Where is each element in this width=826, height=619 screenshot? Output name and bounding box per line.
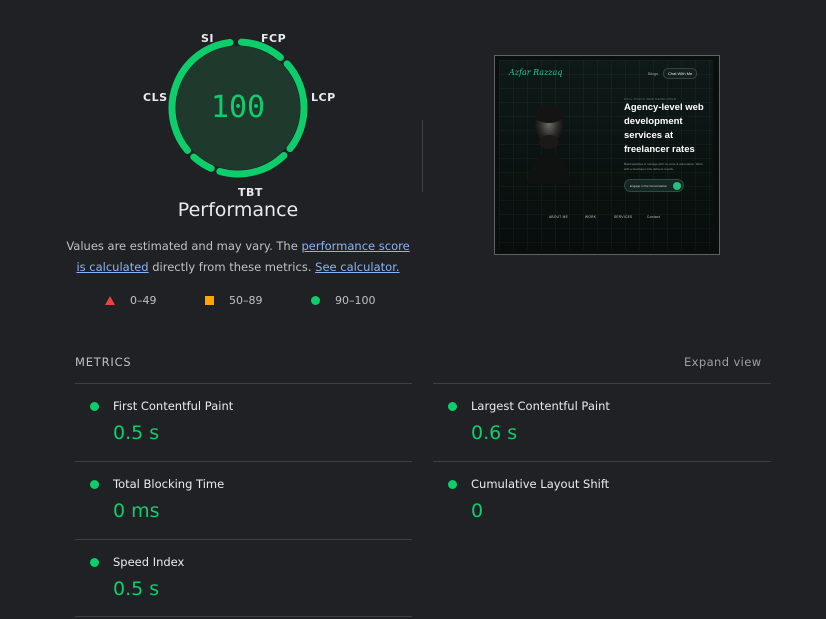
metric-fcp: First Contentful Paint 0.5 s [75, 384, 411, 462]
legend-fail-label: 0–49 [130, 294, 157, 307]
screenshot-subtext: Build websites & manage with no-code & a… [624, 162, 703, 171]
screenshot-cta-label: Engage in the Conversation [630, 184, 668, 188]
gauge-label-fcp[interactable]: FCP [261, 32, 286, 45]
metric-cls-value: 0 [471, 500, 484, 522]
metric-si-value: 0.5 s [113, 578, 160, 600]
performance-title: Performance [177, 199, 299, 221]
gauge-label-tbt[interactable]: TBT [238, 186, 263, 199]
screenshot-cta: Engage in the Conversation [624, 179, 684, 192]
whatsapp-icon [673, 182, 681, 190]
pass-circle-icon [90, 558, 99, 567]
metric-tbt: Total Blocking Time 0 ms [75, 462, 411, 540]
screenshot-headline: Agency-level web development services at… [624, 102, 704, 155]
description-text-2: directly from these metrics. [148, 260, 316, 274]
final-screenshot-thumbnail[interactable]: Azfar Razzaq Blogs Chat With Me FULL-STA… [494, 55, 720, 255]
legend-average: 50–89 [205, 294, 263, 307]
legend-pass-label: 90–100 [335, 294, 376, 307]
screenshot-content: Azfar Razzaq Blogs Chat With Me FULL-STA… [499, 60, 713, 250]
expand-view-toggle[interactable]: Expand view [684, 355, 762, 369]
screenshot-footer-contact: Contact [647, 215, 661, 219]
screenshot-nav-chat: Chat With Me [663, 68, 698, 79]
score-description: Values are estimated and may vary. The p… [60, 236, 416, 278]
metric-fcp-value: 0.5 s [113, 422, 160, 444]
metric-tbt-label: Total Blocking Time [113, 477, 225, 491]
gauge-label-lcp[interactable]: LCP [311, 91, 336, 104]
gauge-label-si[interactable]: SI [201, 32, 214, 45]
portrait-image [527, 105, 571, 184]
pass-circle-icon [448, 480, 457, 489]
performance-score: 100 [210, 90, 266, 125]
screenshot-nav-blogs: Blogs [648, 71, 659, 76]
metric-lcp-label: Largest Contentful Paint [471, 399, 610, 413]
metric-fcp-label: First Contentful Paint [113, 399, 234, 413]
metric-tbt-value: 0 ms [113, 500, 160, 522]
performance-gauge: 100 SI FCP LCP TBT CLS [133, 28, 343, 199]
description-text-1: Values are estimated and may vary. The [66, 239, 302, 253]
triangle-icon [105, 296, 115, 305]
screenshot-logo: Azfar Razzaq [509, 68, 563, 77]
legend-fail: 0–49 [105, 294, 157, 307]
vertical-divider [422, 120, 423, 192]
screenshot-footer-services: SERVICES [614, 215, 633, 219]
metric-si: Speed Index 0.5 s [75, 540, 411, 618]
legend-average-label: 50–89 [229, 294, 263, 307]
metric-cls: Cumulative Layout Shift 0 [433, 462, 769, 540]
metric-si-label: Speed Index [113, 555, 185, 569]
metric-lcp: Largest Contentful Paint 0.6 s [433, 384, 769, 462]
see-calculator-link[interactable]: See calculator. [315, 260, 399, 274]
gauge-label-cls[interactable]: CLS [143, 91, 168, 104]
metrics-heading: METRICS [75, 355, 132, 369]
screenshot-footer-work: WORK [585, 215, 597, 219]
circle-icon [311, 296, 320, 305]
screenshot-footer-about: ABOUT ME [549, 215, 568, 219]
square-icon [205, 296, 214, 305]
metrics-divider [75, 616, 412, 617]
metric-cls-label: Cumulative Layout Shift [471, 477, 610, 491]
pass-circle-icon [90, 480, 99, 489]
metric-lcp-value: 0.6 s [471, 422, 518, 444]
pass-circle-icon [90, 402, 99, 411]
pass-circle-icon [448, 402, 457, 411]
legend-pass: 90–100 [311, 294, 376, 307]
